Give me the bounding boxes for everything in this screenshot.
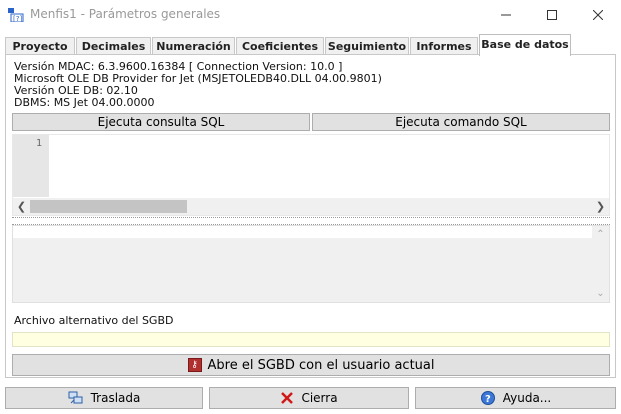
close-window-button[interactable]	[575, 0, 621, 30]
editor-horizontal-scrollbar[interactable]: ❮ ❯	[13, 198, 609, 215]
results-header	[13, 226, 593, 238]
tab-bar: Proyecto Decimales Numeración Coeficient…	[5, 34, 616, 56]
title-bar: [?] Menfis1 - Parámetros generales	[0, 0, 621, 30]
key-icon: ⚷	[187, 358, 202, 372]
sql-editor[interactable]: 1 ❮ ❯	[12, 134, 610, 216]
ayuda-label: Ayuda...	[502, 391, 552, 405]
open-dbms-label: Abre el SGBD con el usuario actual	[207, 357, 435, 373]
traslada-button[interactable]: Traslada	[5, 387, 203, 409]
tab-informes[interactable]: Informes	[410, 37, 478, 55]
alt-db-label: Archivo alternativo del SGBD	[14, 314, 174, 327]
tab-seguimiento[interactable]: Seguimiento	[325, 37, 409, 55]
cierra-button[interactable]: Cierra	[209, 387, 409, 409]
traslada-label: Traslada	[90, 391, 141, 405]
tab-proyecto[interactable]: Proyecto	[5, 37, 75, 55]
scroll-up-icon[interactable]: ⌃	[592, 226, 609, 243]
minimize-button[interactable]	[483, 0, 529, 30]
tab-coeficientes[interactable]: Coeficientes	[236, 37, 324, 55]
app-icon[interactable]: [?]	[8, 8, 24, 23]
dbms-version: DBMS: MS Jet 04.00.0000	[14, 96, 155, 109]
line-gutter: 1	[13, 135, 49, 197]
results-grid[interactable]: ⌃ ⌄	[12, 225, 610, 303]
close-x-icon	[280, 391, 294, 405]
tab-base-de-datos[interactable]: Base de datos	[479, 34, 571, 56]
svg-text:?: ?	[485, 394, 491, 405]
run-command-button[interactable]: Ejecuta comando SQL	[312, 113, 610, 131]
alt-db-field[interactable]	[12, 332, 610, 347]
transfer-icon	[68, 391, 84, 405]
maximize-button[interactable]	[529, 0, 575, 30]
svg-text:[?]: [?]	[13, 15, 22, 22]
db-info: Versión MDAC: 6.3.9600.16384 [ Connectio…	[14, 61, 382, 109]
tab-decimales[interactable]: Decimales	[76, 37, 151, 55]
scroll-right-icon[interactable]: ❯	[592, 198, 609, 215]
scroll-thumb[interactable]	[30, 200, 187, 213]
results-vertical-scrollbar[interactable]: ⌃ ⌄	[592, 226, 609, 302]
line-number: 1	[35, 138, 42, 149]
scroll-left-icon[interactable]: ❮	[13, 198, 30, 215]
window-title: Menfis1 - Parámetros generales	[30, 7, 221, 21]
ayuda-button[interactable]: ? Ayuda...	[415, 387, 616, 409]
run-query-button[interactable]: Ejecuta consulta SQL	[12, 113, 310, 131]
scroll-down-icon[interactable]: ⌄	[592, 285, 609, 302]
database-panel: Versión MDAC: 6.3.9600.16384 [ Connectio…	[5, 54, 616, 378]
tab-numeracion[interactable]: Numeración	[152, 37, 235, 55]
open-dbms-button[interactable]: ⚷ Abre el SGBD con el usuario actual	[12, 354, 610, 376]
pane-splitter[interactable]	[12, 217, 610, 225]
help-icon: ?	[480, 390, 496, 406]
cierra-label: Cierra	[301, 391, 338, 405]
